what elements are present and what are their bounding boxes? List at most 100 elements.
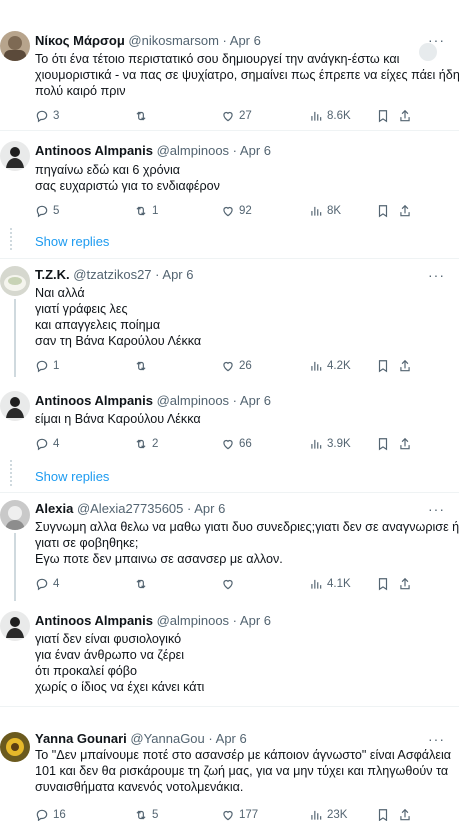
- bookmark-button[interactable]: [376, 358, 390, 374]
- share-button[interactable]: [398, 358, 412, 374]
- avatar[interactable]: [0, 266, 30, 296]
- repost-button[interactable]: [134, 576, 152, 592]
- author-handle[interactable]: @YannaGou: [130, 731, 204, 746]
- share-button[interactable]: [398, 203, 412, 219]
- avatar[interactable]: [0, 611, 30, 641]
- tweet-text-line: σαν τη Βάνα Καρούλου Λέκκα: [35, 334, 202, 348]
- author-handle[interactable]: @almpinoos: [157, 393, 229, 408]
- bookmark-button[interactable]: [376, 436, 390, 452]
- avatar[interactable]: [0, 391, 30, 421]
- author-handle[interactable]: @almpinoos: [157, 143, 229, 158]
- show-replies-link[interactable]: Show replies: [35, 469, 109, 484]
- tweet-date[interactable]: Apr 6: [230, 33, 261, 48]
- bookmark-icon: [378, 438, 388, 451]
- views-count: 8.6K: [327, 110, 351, 122]
- show-replies-link[interactable]: Show replies: [35, 234, 109, 249]
- repost-icon: [136, 206, 146, 216]
- reply-button[interactable]: 4: [35, 576, 59, 592]
- more-options-icon[interactable]: ···: [428, 502, 445, 516]
- repost-button[interactable]: [134, 358, 152, 374]
- views-button[interactable]: 23K: [309, 807, 347, 821]
- avatar[interactable]: [0, 500, 30, 530]
- share-icon: [400, 359, 410, 372]
- like-button[interactable]: 26: [221, 358, 252, 374]
- author-name[interactable]: Antinoos Almpanis: [35, 393, 153, 408]
- reply-button[interactable]: 16: [35, 807, 66, 821]
- like-button[interactable]: 27: [221, 108, 252, 124]
- like-button[interactable]: 92: [221, 203, 252, 219]
- share-button[interactable]: [398, 108, 412, 124]
- separator-dot: ·: [232, 393, 238, 408]
- repost-icon: [136, 810, 146, 820]
- tweet-4[interactable]: Antinoos Almpanis @almpinoos · Apr 6 είμ…: [0, 385, 459, 460]
- bookmark-button[interactable]: [376, 576, 390, 592]
- like-button[interactable]: [221, 576, 239, 592]
- author-name[interactable]: Antinoos Almpanis: [35, 613, 153, 628]
- analytics-icon: [311, 579, 322, 589]
- separator-dot: ·: [222, 33, 227, 48]
- tweet-date[interactable]: Apr 6: [240, 613, 271, 628]
- views-button[interactable]: 4.2K: [309, 358, 351, 374]
- thread-line: [14, 533, 16, 601]
- tweet-date[interactable]: Apr 6: [162, 267, 193, 282]
- more-options-icon[interactable]: ···: [428, 268, 445, 282]
- avatar[interactable]: [0, 31, 30, 61]
- tweet-text-line: Ναι αλλά: [35, 286, 85, 300]
- separator-dot: ·: [208, 731, 213, 746]
- tweet-header: Yanna Gounari @YannaGou · Apr 6: [35, 731, 423, 747]
- share-icon: [400, 437, 410, 450]
- tweet-date[interactable]: Apr 6: [240, 143, 271, 158]
- repost-icon: [136, 111, 146, 121]
- reply-button[interactable]: 3: [35, 108, 59, 124]
- share-button[interactable]: [398, 576, 412, 592]
- tweet-7[interactable]: Yanna Gounari @YannaGou · Apr 6 ··· Το "…: [0, 725, 459, 821]
- share-button[interactable]: [398, 436, 412, 452]
- tweet-date[interactable]: Apr 6: [194, 501, 225, 516]
- tweet-text: πηγαίνω εδώ και 6 χρόνια σας ευχαριστώ γ…: [35, 162, 449, 194]
- reply-button[interactable]: 1: [35, 358, 59, 374]
- author-name[interactable]: Yanna Gounari: [35, 731, 127, 746]
- author-name[interactable]: Antinoos Almpanis: [35, 143, 153, 158]
- tweet-1[interactable]: Νίκος Μάρσομ @nikosmarsom · Apr 6 ··· Το…: [0, 0, 459, 130]
- reply-button[interactable]: 5: [35, 203, 59, 219]
- bookmark-button[interactable]: [376, 807, 390, 821]
- avatar[interactable]: [0, 732, 30, 762]
- tweet-5[interactable]: Alexia @Alexia27735605 · Apr 6 ··· Συγνω…: [0, 493, 459, 603]
- repost-button[interactable]: 5: [134, 807, 158, 821]
- views-button[interactable]: 8K: [309, 203, 341, 219]
- tweet-2[interactable]: Antinoos Almpanis @almpinoos · Apr 6 πηγ…: [0, 131, 459, 226]
- repost-button[interactable]: 1: [134, 203, 158, 219]
- bookmark-icon: [378, 110, 388, 123]
- more-options-icon[interactable]: ···: [428, 732, 445, 746]
- views-button[interactable]: 8.6K: [309, 108, 351, 124]
- like-button[interactable]: 177: [221, 807, 258, 821]
- author-handle[interactable]: @Alexia27735605: [77, 501, 183, 516]
- repost-button[interactable]: [134, 108, 152, 124]
- repost-button[interactable]: 2: [134, 436, 158, 452]
- tweet-6[interactable]: Antinoos Almpanis @almpinoos · Apr 6 για…: [0, 605, 459, 700]
- thread-line: [14, 299, 16, 377]
- bookmark-button[interactable]: [376, 203, 390, 219]
- author-name[interactable]: Alexia: [35, 501, 73, 516]
- author-handle[interactable]: @nikosmarsom: [128, 33, 219, 48]
- bookmark-button[interactable]: [376, 108, 390, 124]
- tweet-3[interactable]: T.Z.K. @tzatzikos27 · Apr 6 ··· Ναι αλλά…: [0, 259, 459, 379]
- author-handle[interactable]: @almpinoos: [157, 613, 229, 628]
- views-button[interactable]: 3.9K: [309, 436, 351, 452]
- tweet-actions: 4 4.1K: [35, 576, 449, 592]
- reply-button[interactable]: 4: [35, 436, 59, 452]
- repost-count: 5: [152, 809, 159, 821]
- repost-icon: [136, 579, 146, 589]
- tweet-date[interactable]: Apr 6: [240, 393, 271, 408]
- author-name[interactable]: Νίκος Μάρσομ: [35, 33, 125, 48]
- tweet-text-line: Το "Δεν μπαίνουμε ποτέ στο ασανσέρ με κά…: [35, 748, 452, 762]
- views-button[interactable]: 4.1K: [309, 576, 351, 592]
- share-button[interactable]: [398, 807, 412, 821]
- author-name[interactable]: T.Z.K.: [35, 267, 70, 282]
- tweet-date[interactable]: Apr 6: [216, 731, 247, 746]
- heart-icon: [223, 579, 233, 590]
- reply-count: 5: [53, 205, 60, 217]
- author-handle[interactable]: @tzatzikos27: [73, 267, 151, 282]
- avatar[interactable]: [0, 141, 30, 171]
- like-button[interactable]: 66: [221, 436, 252, 452]
